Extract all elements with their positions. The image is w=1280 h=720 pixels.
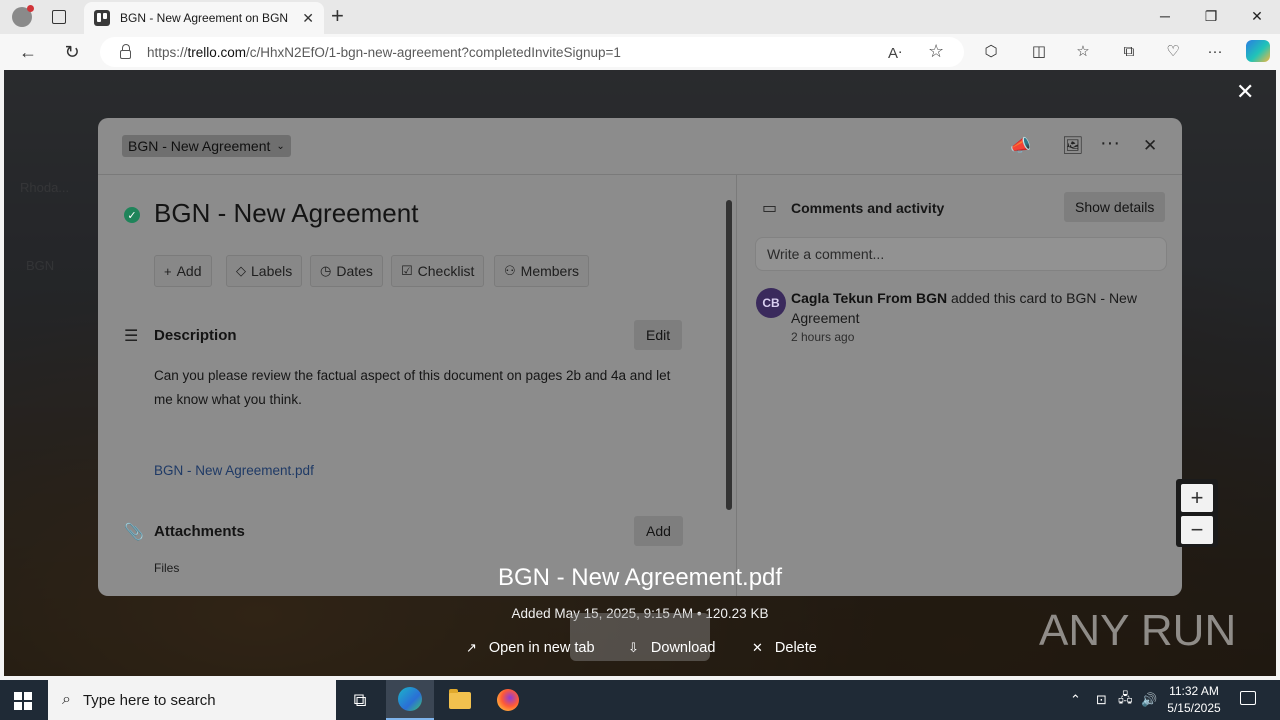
tab-title: BGN - New Agreement on BGN [120,11,289,25]
close-icon: ✕ [752,640,763,655]
edge-icon [398,687,422,711]
windows-start-icon[interactable] [14,692,32,710]
labels-button[interactable]: ◇ Labels [226,255,303,287]
folder-icon [449,688,471,709]
zoom-controls: + − [1176,479,1218,547]
list-select-button[interactable]: BGN - New Agreement ⌄ [122,135,291,157]
description-icon: ☰ [124,328,139,345]
tab-close-icon[interactable]: ✕ [302,10,314,27]
clock-icon: ◷ [320,263,332,278]
edge-app[interactable] [386,680,434,720]
copilot-icon[interactable] [1246,40,1270,62]
favorites-icon[interactable]: ☆ [1072,40,1094,62]
card-more-icon[interactable]: ··· [1100,132,1120,155]
chevron-down-icon: ⌄ [276,140,285,152]
collections-icon[interactable]: ⧉ [1118,40,1140,62]
column-divider [736,175,737,596]
url-text: https://trello.com/c/HhxN2EfO/1-bgn-new-… [147,44,621,60]
system-clock[interactable]: 11:32 AM 5/15/2025 [1160,683,1228,717]
external-link-icon: ↗ [466,640,477,655]
lock-icon[interactable] [120,43,131,59]
card-detail-modal: BGN - New Agreement ⌄ 📣 🖼 ··· ✕ ✓ BGN - … [98,118,1182,596]
activity-author[interactable]: Cagla Tekun From BGN [791,290,947,306]
show-details-button[interactable]: Show details [1064,192,1166,222]
card-complete-icon[interactable]: ✓ [124,207,140,223]
clock-date: 5/15/2025 [1167,701,1221,715]
notification-icon[interactable] [1240,691,1256,705]
zoom-out-button[interactable]: − [1181,516,1213,544]
anyrun-watermark: ANY RUN [1039,606,1237,655]
attachments-heading: Attachments [154,523,245,540]
viewer-close-icon[interactable]: ✕ [1236,79,1254,105]
file-explorer-app[interactable] [436,680,484,720]
minimize-button[interactable]: ─ [1142,0,1188,32]
members-button[interactable]: ⚇ Members [494,255,590,287]
clock-time: 11:32 AM [1169,684,1219,698]
volume-icon[interactable]: 🔊 [1141,680,1157,720]
tab-actions-icon[interactable] [52,10,66,24]
address-bar[interactable]: https://trello.com/c/HhxN2EfO/1-bgn-new-… [100,37,964,67]
avatar[interactable]: CB [756,288,786,318]
plus-icon: + [164,263,172,279]
list-name: BGN - New Agreement [128,138,271,154]
activity-time[interactable]: 2 hours ago [791,330,854,344]
refresh-icon[interactable]: ↻ [60,40,84,64]
description-attachment-link[interactable]: BGN - New Agreement.pdf [154,463,314,478]
card-title[interactable]: BGN - New Agreement [154,198,418,229]
attachments-add-button[interactable]: Add [634,516,683,546]
viewer-file-name: BGN - New Agreement.pdf [497,564,783,591]
checklist-icon: ☑ [401,263,413,278]
main-column-scrollbar[interactable] [726,200,732,510]
header-divider [98,174,1182,175]
search-icon: ⌕ [62,691,71,708]
taskbar-search[interactable]: ⌕ Type here to search [48,680,336,720]
activity-entry: Cagla Tekun From BGN added this card to … [791,288,1151,328]
card-header: BGN - New Agreement ⌄ 📣 🖼 ··· ✕ [98,118,1182,174]
trello-favicon [94,10,110,26]
megaphone-icon[interactable]: 📣 [1010,136,1031,156]
add-button[interactable]: + Add [154,255,212,287]
network-icon[interactable]: 🖧 [1118,680,1133,720]
description-heading: Description [154,327,237,344]
back-icon[interactable]: ← [16,40,40,64]
download-button[interactable]: ⇩ Download [628,640,715,656]
window-close-button[interactable]: ✕ [1234,0,1280,32]
tray-chevron-icon[interactable]: ⌃ [1070,680,1081,720]
more-icon[interactable]: ··· [1204,40,1226,62]
activity-heading: Comments and activity [791,200,945,216]
performance-icon[interactable]: ♡ [1162,40,1184,62]
dates-button[interactable]: ◷ Dates [310,255,383,287]
paperclip-icon: 📎 [124,524,144,541]
description-text: Can you please review the factual aspect… [154,368,671,407]
comment-icon: ▭ [762,200,778,217]
comment-input[interactable]: Write a comment... [755,237,1167,271]
profile-icon[interactable] [12,5,34,27]
task-view-icon[interactable]: ⧉ [336,680,384,720]
open-new-tab-button[interactable]: ↗ Open in new tab [466,640,595,656]
delete-button[interactable]: ✕ Delete [752,640,817,656]
new-tab-button[interactable]: + [331,4,344,28]
members-icon: ⚇ [504,263,516,278]
firefox-icon [497,689,519,711]
firefox-app[interactable] [484,680,532,720]
favorite-star-icon[interactable]: ☆ [928,41,944,62]
security-icon[interactable]: ⊡ [1096,680,1107,720]
extensions-icon[interactable]: ⬡ [980,40,1002,62]
card-close-icon[interactable]: ✕ [1143,136,1157,156]
split-screen-icon[interactable]: ◫ [1028,40,1050,62]
cover-image-icon[interactable]: 🖼 [1062,136,1084,156]
windows-taskbar: ⌕ Type here to search ⧉ ⌃ ⊡ 🖧 🔊 11:32 AM… [0,680,1280,720]
download-icon: ⇩ [628,640,639,655]
description-edit-button[interactable]: Edit [634,320,683,350]
read-aloud-icon[interactable]: Aᐧ [888,44,902,62]
browser-tab[interactable]: BGN - New Agreement on BGN ✕ [84,2,324,34]
page-viewport: Rhoda... BGN BGN - New Agreement ⌄ 📣 🖼 ·… [4,70,1276,676]
checklist-button[interactable]: ☑ Checklist [391,255,485,287]
label-icon: ◇ [236,263,246,278]
zoom-in-button[interactable]: + [1181,484,1213,512]
restore-button[interactable]: ❐ [1188,0,1234,32]
taskbar-search-placeholder: Type here to search [82,691,216,709]
